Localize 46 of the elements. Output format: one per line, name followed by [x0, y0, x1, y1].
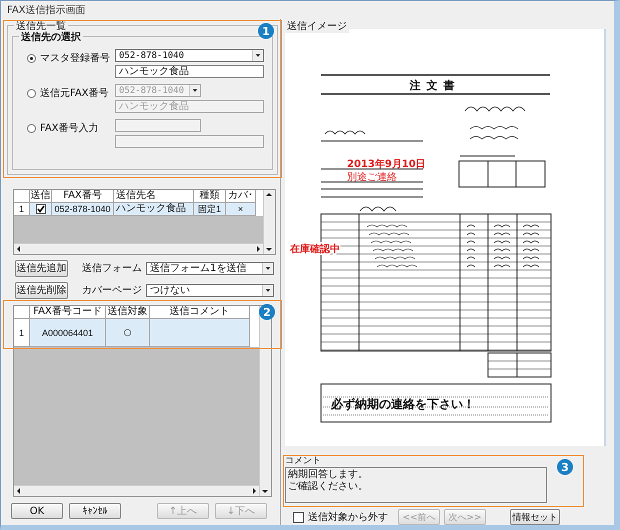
table-cell: 052-878-1040 [52, 203, 114, 216]
checkbox[interactable] [293, 512, 304, 522]
vertical-scrollbar[interactable] [263, 190, 275, 254]
table-cell: × [226, 203, 256, 216]
group-title: 送信イメージ [285, 19, 349, 33]
callout-number: 2 [259, 304, 275, 320]
horizontal-scrollbar[interactable] [14, 243, 263, 254]
name-field[interactable]: ハンモック食品 [115, 65, 264, 78]
name-field[interactable] [115, 135, 264, 148]
delivery-place: 別途ご連絡 [347, 172, 397, 183]
caret-icon [262, 284, 273, 296]
checkbox[interactable] [36, 204, 46, 214]
table-cell: ハンモック食品 [114, 203, 194, 216]
callout-number: 1 [258, 23, 274, 39]
horizontal-scrollbar[interactable] [14, 485, 259, 496]
radio-label: 送信元FAX番号 [40, 86, 109, 100]
row-number: 1 [14, 203, 30, 216]
dialog-button[interactable]: OK [11, 503, 63, 519]
table-cell: 固定1 [194, 203, 226, 216]
radio-label: FAX番号入力 [40, 122, 99, 135]
fax-number-dropdown[interactable]: 052-878-1040 [115, 49, 264, 62]
caret-icon [262, 262, 273, 274]
comment-field[interactable]: 納期回答します。 ご確認ください。 [285, 467, 547, 503]
remove-recipient-button[interactable]: 送信先削除 [15, 282, 68, 298]
checkbox-label: 送信対象から外す [308, 510, 388, 524]
radio-label: マスタ登録番号 [40, 52, 110, 65]
row-number: 1 [14, 319, 30, 347]
callout-number: 3 [557, 459, 573, 475]
delivery-date: 2013年9月10日 [347, 159, 426, 170]
cover-page-label: カバーページ [82, 284, 142, 297]
window-title: FAX送信指示画面 [7, 4, 86, 17]
handwritten-remark: 必ず納期の連絡を下さい！ [331, 397, 475, 411]
dialog-button[interactable]: ｷｬﾝｾﾙ [69, 503, 121, 519]
group-title: 送信先の選択 [19, 30, 83, 44]
radio-button[interactable] [27, 54, 36, 62]
document-title: 注文書 [410, 79, 460, 92]
form-label: 送信フォーム [82, 262, 142, 275]
form-dropdown[interactable]: 送信フォーム1を送信 [146, 262, 274, 274]
vertical-scrollbar[interactable] [259, 306, 271, 496]
add-recipient-button[interactable]: 送信先追加 [15, 260, 68, 276]
cover-page-dropdown[interactable]: つけない [146, 284, 274, 296]
table-cell: ○ [106, 319, 150, 347]
caret-icon [252, 50, 263, 61]
dialog-button[interactable]: 情報セット [510, 509, 560, 525]
table-cell: A000064401 [30, 319, 106, 347]
caret-icon [189, 85, 200, 96]
